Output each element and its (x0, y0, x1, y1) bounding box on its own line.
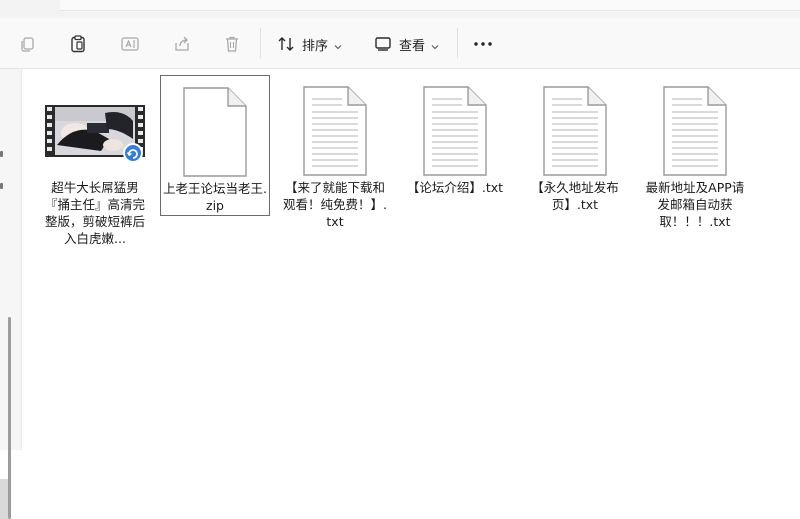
file-name-label: 上老王论坛当老王.zip (163, 181, 267, 213)
copy-icon (18, 34, 38, 54)
nav-chevron-mark[interactable] (0, 151, 3, 157)
view-button[interactable]: 查看 (373, 30, 445, 58)
view-icon (373, 34, 393, 54)
chevron-down-icon (334, 35, 342, 54)
file-name-label: 【来了就能下载和观看！纯免费！】.txt (283, 180, 387, 229)
sort-button[interactable]: 排序 (276, 30, 348, 58)
address-bar[interactable] (60, 0, 800, 11)
trash-icon (222, 34, 242, 54)
file-item-video[interactable]: 超牛大长屌猛男『捅主任』高清完整版，剪破短裤后入白虎嫩... (40, 75, 150, 253)
text-file-icon (520, 83, 630, 179)
command-bar: 排序 查看 (0, 18, 800, 69)
text-file-icon (640, 83, 750, 179)
zip-file-icon (161, 84, 269, 180)
file-name-label: 最新地址及APP请发邮箱自动获取！！！.txt (645, 180, 745, 229)
file-name-label: 【论坛介绍】.txt (406, 180, 504, 195)
file-name-label: 超牛大长屌猛男『捅主任』高清完整版，剪破短裤后入白虎嫩... (44, 180, 145, 246)
more-dots-icon (473, 34, 493, 54)
toolbar-separator (457, 28, 458, 58)
paste-button[interactable] (66, 30, 90, 58)
nav-scrollbar[interactable] (8, 317, 11, 519)
file-item-txt[interactable]: 【论坛介绍】.txt (400, 75, 510, 253)
copy-button[interactable] (16, 30, 40, 58)
text-file-icon (400, 83, 510, 179)
rename-icon (120, 34, 140, 54)
share-icon (172, 34, 192, 54)
toolbar-separator (260, 28, 261, 58)
sort-arrows-icon (276, 34, 296, 54)
sort-label: 排序 (302, 38, 329, 54)
text-file-icon (280, 83, 390, 179)
file-item-zip[interactable]: 上老王论坛当老王.zip (160, 75, 270, 216)
file-list-view: 超牛大长屌猛男『捅主任』高清完整版，剪破短裤后入白虎嫩... 上老王论坛当老王.… (22, 69, 800, 450)
file-item-txt[interactable]: 最新地址及APP请发邮箱自动获取！！！.txt (640, 75, 750, 253)
file-name-label: 【永久地址发布页】.txt (531, 180, 619, 212)
video-thumbnail-icon (40, 83, 150, 179)
delete-button[interactable] (220, 30, 244, 58)
clipboard-icon (68, 34, 88, 54)
share-button[interactable] (170, 30, 194, 58)
file-item-txt[interactable]: 【来了就能下载和观看！纯免费！】.txt (280, 75, 390, 253)
file-item-txt[interactable]: 【永久地址发布页】.txt (520, 75, 630, 253)
address-bar-strip (0, 0, 800, 18)
nav-pane-edge (0, 479, 8, 519)
chevron-down-icon (431, 35, 439, 54)
view-label: 查看 (399, 38, 426, 54)
rename-button[interactable] (118, 30, 142, 58)
nav-chevron-mark[interactable] (0, 183, 3, 189)
more-options-button[interactable] (470, 30, 496, 58)
navigation-pane (0, 69, 22, 519)
